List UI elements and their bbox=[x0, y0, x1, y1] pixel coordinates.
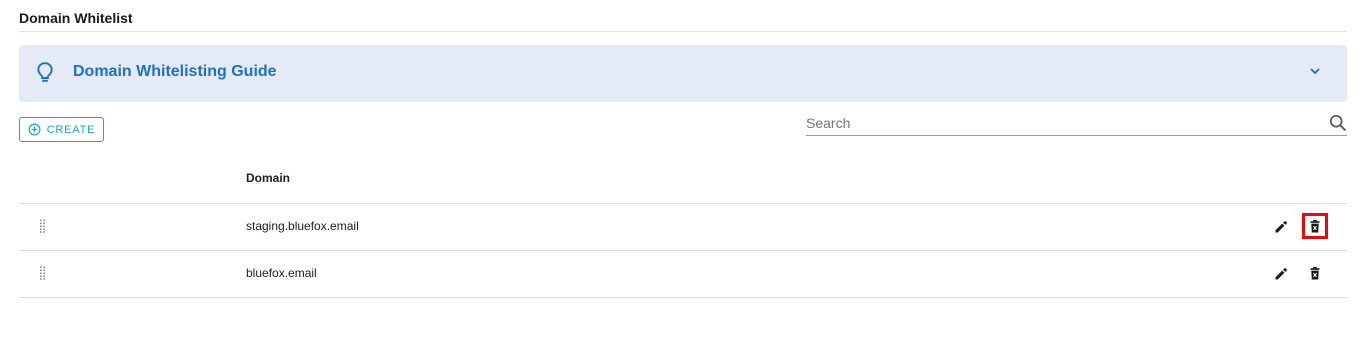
search-input[interactable] bbox=[806, 112, 1316, 134]
table-row: bluefox.email bbox=[19, 251, 1347, 298]
pencil-icon bbox=[1274, 220, 1288, 234]
guide-panel[interactable]: Domain Whitelisting Guide bbox=[19, 45, 1347, 102]
chevron-down-icon[interactable] bbox=[1308, 64, 1322, 78]
search-field bbox=[806, 112, 1347, 136]
table-header: Domain bbox=[19, 156, 1347, 204]
trash-icon bbox=[1310, 219, 1320, 233]
domain-whitelist-page: Domain Whitelist Domain Whitelisting Gui… bbox=[0, 0, 1358, 362]
page-title: Domain Whitelist bbox=[19, 10, 133, 26]
guide-title: Domain Whitelisting Guide bbox=[73, 63, 277, 80]
column-header-domain[interactable]: Domain bbox=[246, 171, 290, 185]
drag-handle-icon[interactable] bbox=[39, 219, 47, 233]
edit-button[interactable] bbox=[1271, 217, 1291, 237]
title-divider bbox=[19, 31, 1347, 32]
create-button[interactable]: CREATE bbox=[19, 117, 104, 142]
trash-icon bbox=[1310, 266, 1320, 280]
add-circle-icon bbox=[28, 123, 41, 136]
drag-handle-icon[interactable] bbox=[39, 266, 47, 280]
table-row: staging.bluefox.email bbox=[19, 204, 1347, 251]
create-button-label: CREATE bbox=[46, 123, 96, 136]
search-icon[interactable] bbox=[1329, 114, 1347, 132]
domain-cell: bluefox.email bbox=[246, 266, 317, 280]
pencil-icon bbox=[1274, 267, 1288, 281]
lightbulb-icon bbox=[36, 61, 54, 85]
delete-button[interactable] bbox=[1302, 260, 1328, 286]
edit-button[interactable] bbox=[1271, 264, 1291, 284]
domain-cell: staging.bluefox.email bbox=[246, 219, 359, 233]
delete-button[interactable] bbox=[1302, 213, 1328, 239]
domain-table: Domain staging.bluefox.email bluefox.ema… bbox=[19, 156, 1347, 298]
